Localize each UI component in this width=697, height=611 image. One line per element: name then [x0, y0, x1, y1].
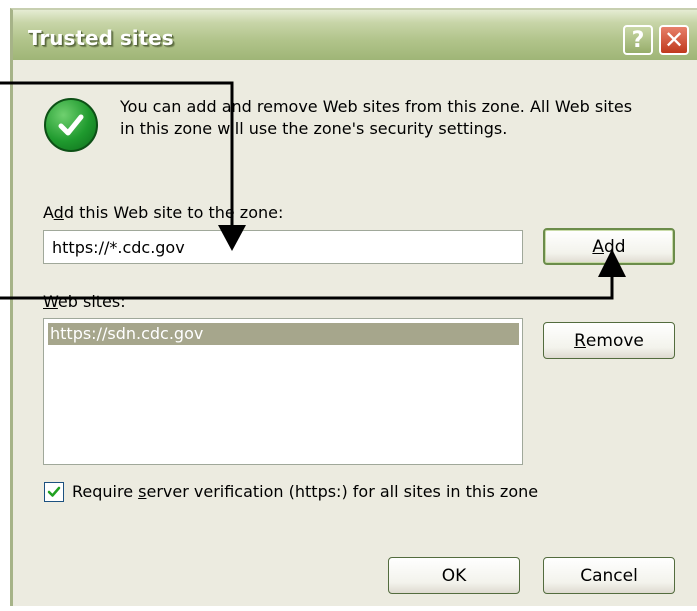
title-bar[interactable]: Trusted sites ? ✕: [13, 10, 697, 60]
add-site-label: Add this Web site to the zone:: [43, 203, 284, 222]
remove-button[interactable]: Remove: [543, 322, 675, 359]
server-verification-checkbox[interactable]: [44, 482, 64, 502]
list-item[interactable]: https://sdn.cdc.gov: [48, 323, 519, 345]
ok-button[interactable]: OK: [388, 557, 520, 594]
info-line-1: You can add and remove Web sites from th…: [120, 97, 633, 116]
green-check-circle-icon: [44, 98, 98, 152]
websites-label: Web sites:: [43, 292, 126, 311]
info-line-2: in this zone will use the zone's securit…: [120, 119, 508, 138]
cancel-button[interactable]: Cancel: [543, 557, 675, 594]
checkmark-icon: [47, 486, 61, 497]
websites-list[interactable]: https://sdn.cdc.gov: [43, 318, 523, 465]
question-mark-icon: ?: [631, 27, 645, 53]
close-button[interactable]: ✕: [659, 25, 689, 55]
help-button[interactable]: ?: [623, 25, 653, 55]
window-title: Trusted sites: [28, 26, 174, 50]
zone-info-text: You can add and remove Web sites from th…: [120, 96, 685, 140]
server-verification-label[interactable]: Require server verification (https:) for…: [72, 482, 538, 501]
add-site-input[interactable]: [43, 230, 523, 264]
add-button[interactable]: Add: [543, 228, 675, 265]
close-icon: ✕: [663, 26, 685, 54]
